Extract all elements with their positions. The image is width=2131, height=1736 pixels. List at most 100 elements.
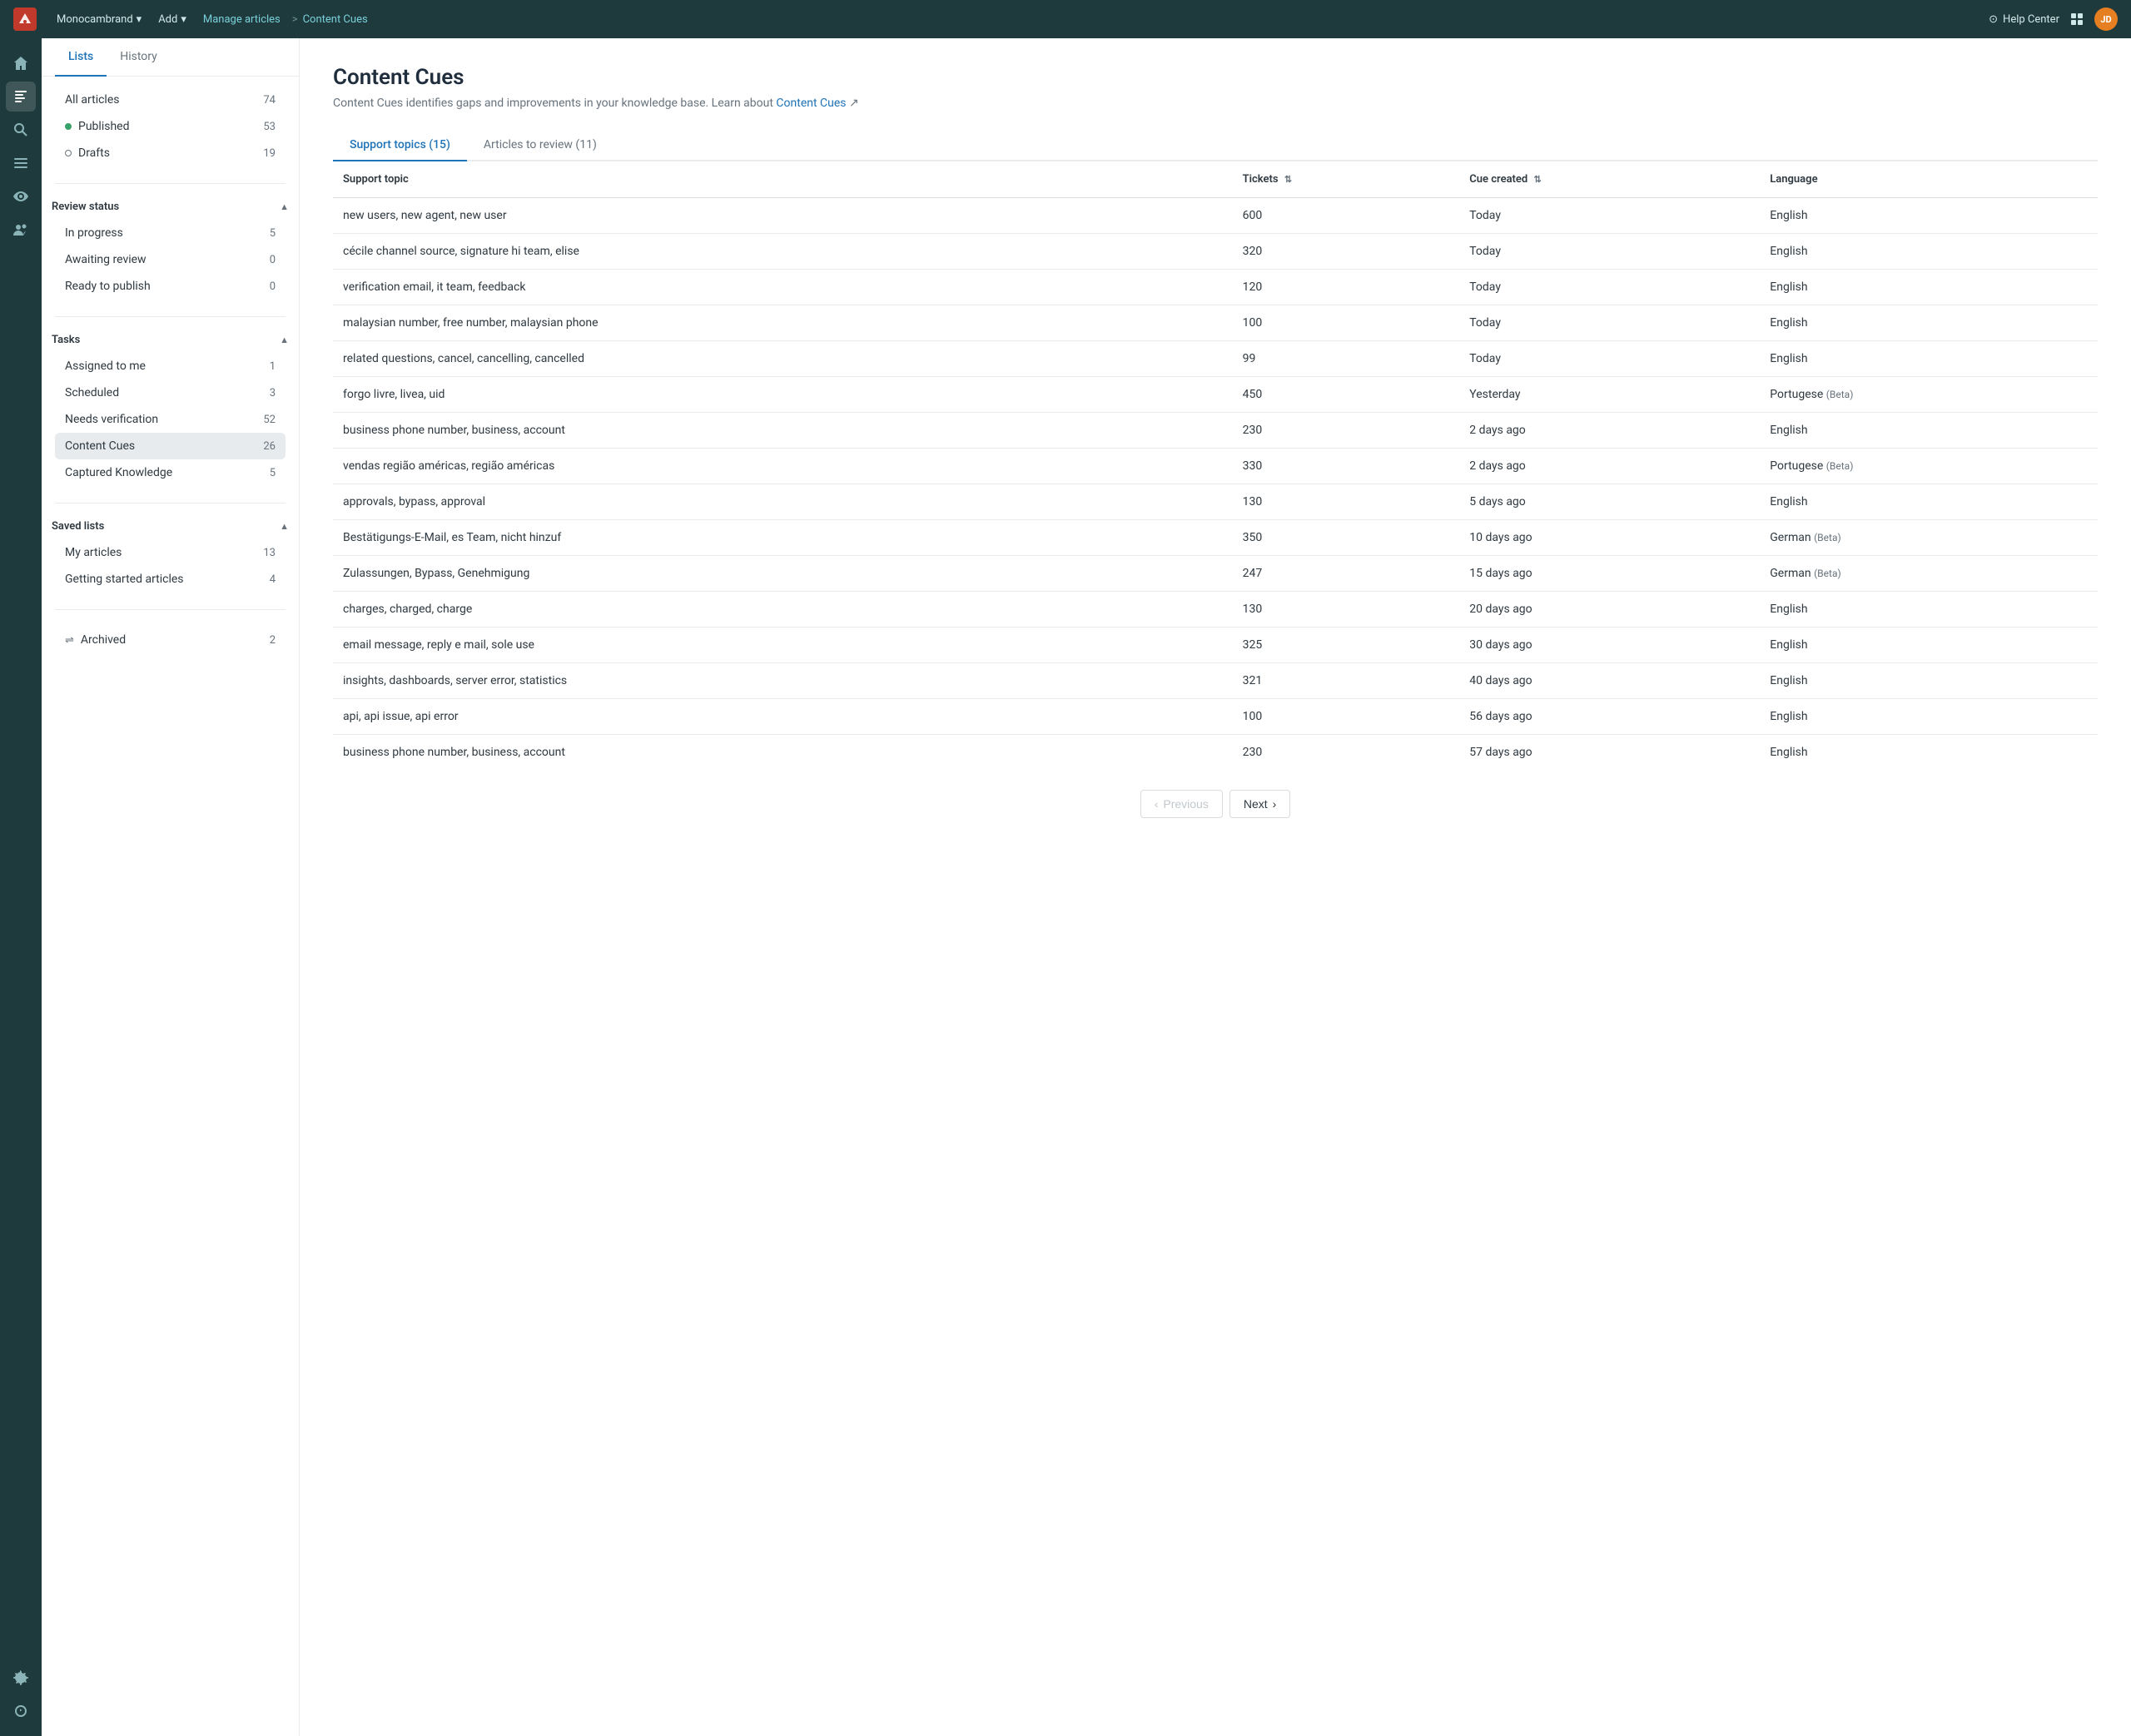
- cell-language: German (Beta): [1760, 556, 2098, 592]
- sidebar-item-content-cues[interactable]: Content Cues 26: [55, 433, 286, 459]
- team-icon[interactable]: [6, 215, 36, 245]
- cell-tickets: 325: [1233, 627, 1460, 663]
- prev-button[interactable]: ‹ Previous: [1140, 790, 1223, 818]
- search-icon[interactable]: [6, 115, 36, 145]
- eye-icon[interactable]: [6, 181, 36, 211]
- cell-cue-created: 40 days ago: [1459, 663, 1760, 699]
- table-row[interactable]: api, api issue, api error 100 56 days ag…: [333, 699, 2098, 735]
- articles-icon[interactable]: [6, 82, 36, 112]
- cell-language: Portugese (Beta): [1760, 377, 2098, 413]
- page-subtitle: Content Cues identifies gaps and improve…: [333, 97, 2098, 110]
- cell-topic: malaysian number, free number, malaysian…: [333, 305, 1233, 341]
- sidebar-item-awaiting-review[interactable]: Awaiting review 0: [55, 246, 286, 273]
- sidebar-item-published[interactable]: Published 53: [55, 113, 286, 140]
- cell-topic: business phone number, business, account: [333, 413, 1233, 449]
- cell-language: English: [1760, 735, 2098, 771]
- cell-language: German (Beta): [1760, 520, 2098, 556]
- app-logo[interactable]: [13, 7, 37, 31]
- sidebar-item-my-articles[interactable]: My articles 13: [55, 539, 286, 566]
- brand-menu[interactable]: Monocambrand ▾: [50, 10, 148, 29]
- cell-cue-created: Yesterday: [1459, 377, 1760, 413]
- tab-lists[interactable]: Lists: [55, 38, 107, 77]
- table-row[interactable]: business phone number, business, account…: [333, 413, 2098, 449]
- cell-topic: Bestätigungs-E-Mail, es Team, nicht hinz…: [333, 520, 1233, 556]
- cell-topic: new users, new agent, new user: [333, 198, 1233, 234]
- content-tabs: Support topics (15) Articles to review (…: [333, 130, 2098, 161]
- cell-language: Portugese (Beta): [1760, 449, 2098, 484]
- saved-lists-toggle[interactable]: ▲: [280, 521, 289, 532]
- tasks-toggle[interactable]: ▲: [280, 335, 289, 345]
- col-cue-created[interactable]: Cue created ⇅: [1459, 161, 1760, 198]
- pagination: ‹ Previous Next ›: [333, 770, 2098, 825]
- sidebar-item-assigned-to-me[interactable]: Assigned to me 1: [55, 353, 286, 379]
- sidebar-tabs: Lists History: [42, 38, 299, 77]
- table-row[interactable]: related questions, cancel, cancelling, c…: [333, 341, 2098, 377]
- help-center-link[interactable]: ⊙ Help Center: [1989, 13, 2059, 26]
- list-icon[interactable]: [6, 148, 36, 178]
- cell-language: English: [1760, 270, 2098, 305]
- cell-topic: business phone number, business, account: [333, 735, 1233, 771]
- content-cues-link[interactable]: Content Cues: [776, 97, 846, 110]
- prev-chevron-icon: ‹: [1155, 797, 1159, 811]
- table-row[interactable]: email message, reply e mail, sole use 32…: [333, 627, 2098, 663]
- beta-label: (Beta): [1814, 532, 1841, 543]
- table-row[interactable]: vendas região américas, região américas …: [333, 449, 2098, 484]
- table-row[interactable]: charges, charged, charge 130 20 days ago…: [333, 592, 2098, 627]
- cell-cue-created: Today: [1459, 341, 1760, 377]
- sidebar-item-all-articles[interactable]: All articles 74: [55, 87, 286, 113]
- published-dot: [65, 123, 72, 130]
- cell-tickets: 230: [1233, 735, 1460, 771]
- tasks-items: Assigned to me 1 Scheduled 3 Needs verif…: [42, 353, 299, 496]
- review-status-header: Review status ▲: [42, 191, 299, 220]
- col-tickets[interactable]: Tickets ⇅: [1233, 161, 1460, 198]
- tab-history[interactable]: History: [107, 38, 171, 77]
- table-row[interactable]: Zulassungen, Bypass, Genehmigung 247 15 …: [333, 556, 2098, 592]
- table-row[interactable]: forgo livre, livea, uid 450 Yesterday Po…: [333, 377, 2098, 413]
- cell-tickets: 120: [1233, 270, 1460, 305]
- sidebar-item-captured-knowledge[interactable]: Captured Knowledge 5: [55, 459, 286, 486]
- cell-tickets: 99: [1233, 341, 1460, 377]
- table-body: new users, new agent, new user 600 Today…: [333, 198, 2098, 771]
- beta-label: (Beta): [1826, 460, 1854, 472]
- sidebar-item-getting-started[interactable]: Getting started articles 4: [55, 566, 286, 593]
- table-row[interactable]: approvals, bypass, approval 130 5 days a…: [333, 484, 2098, 520]
- cell-language: English: [1760, 663, 2098, 699]
- table-row[interactable]: business phone number, business, account…: [333, 735, 2098, 771]
- cell-cue-created: 15 days ago: [1459, 556, 1760, 592]
- tab-articles-to-review[interactable]: Articles to review (11): [467, 130, 613, 161]
- sidebar: Lists History All articles 74 Published …: [42, 38, 300, 1736]
- sidebar-item-scheduled[interactable]: Scheduled 3: [55, 379, 286, 406]
- cell-topic: forgo livre, livea, uid: [333, 377, 1233, 413]
- breadcrumb-separator: >: [292, 13, 298, 26]
- cell-cue-created: 2 days ago: [1459, 413, 1760, 449]
- table-row[interactable]: cécile channel source, signature hi team…: [333, 234, 2098, 270]
- home-icon[interactable]: [6, 48, 36, 78]
- table-row[interactable]: verification email, it team, feedback 12…: [333, 270, 2098, 305]
- sidebar-item-archived[interactable]: ⇌ Archived 2: [55, 627, 286, 653]
- cell-cue-created: 20 days ago: [1459, 592, 1760, 627]
- next-button[interactable]: Next ›: [1229, 790, 1290, 818]
- cell-topic: api, api issue, api error: [333, 699, 1233, 735]
- cell-cue-created: Today: [1459, 198, 1760, 234]
- user-avatar[interactable]: JD: [2094, 7, 2118, 31]
- settings-icon[interactable]: [6, 1663, 36, 1693]
- sidebar-item-drafts[interactable]: Drafts 19: [55, 140, 286, 166]
- sidebar-item-in-progress[interactable]: In progress 5: [55, 220, 286, 246]
- cell-topic: insights, dashboards, server error, stat…: [333, 663, 1233, 699]
- zendesk-icon[interactable]: [6, 1696, 36, 1726]
- topnav-items: Monocambrand ▾ Add ▾ Manage articles > C…: [50, 10, 1975, 29]
- grid-icon[interactable]: [2069, 12, 2084, 27]
- cell-cue-created: 57 days ago: [1459, 735, 1760, 771]
- sidebar-item-needs-verification[interactable]: Needs verification 52: [55, 406, 286, 433]
- table-row[interactable]: Bestätigungs-E-Mail, es Team, nicht hinz…: [333, 520, 2098, 556]
- table-row[interactable]: insights, dashboards, server error, stat…: [333, 663, 2098, 699]
- cell-cue-created: 10 days ago: [1459, 520, 1760, 556]
- review-status-toggle[interactable]: ▲: [280, 201, 289, 212]
- add-menu[interactable]: Add ▾: [152, 10, 193, 29]
- manage-articles-link[interactable]: Manage articles: [196, 10, 287, 29]
- sidebar-item-ready-to-publish[interactable]: Ready to publish 0: [55, 273, 286, 300]
- table-row[interactable]: new users, new agent, new user 600 Today…: [333, 198, 2098, 234]
- table-row[interactable]: malaysian number, free number, malaysian…: [333, 305, 2098, 341]
- tab-support-topics[interactable]: Support topics (15): [333, 130, 467, 161]
- cell-cue-created: 5 days ago: [1459, 484, 1760, 520]
